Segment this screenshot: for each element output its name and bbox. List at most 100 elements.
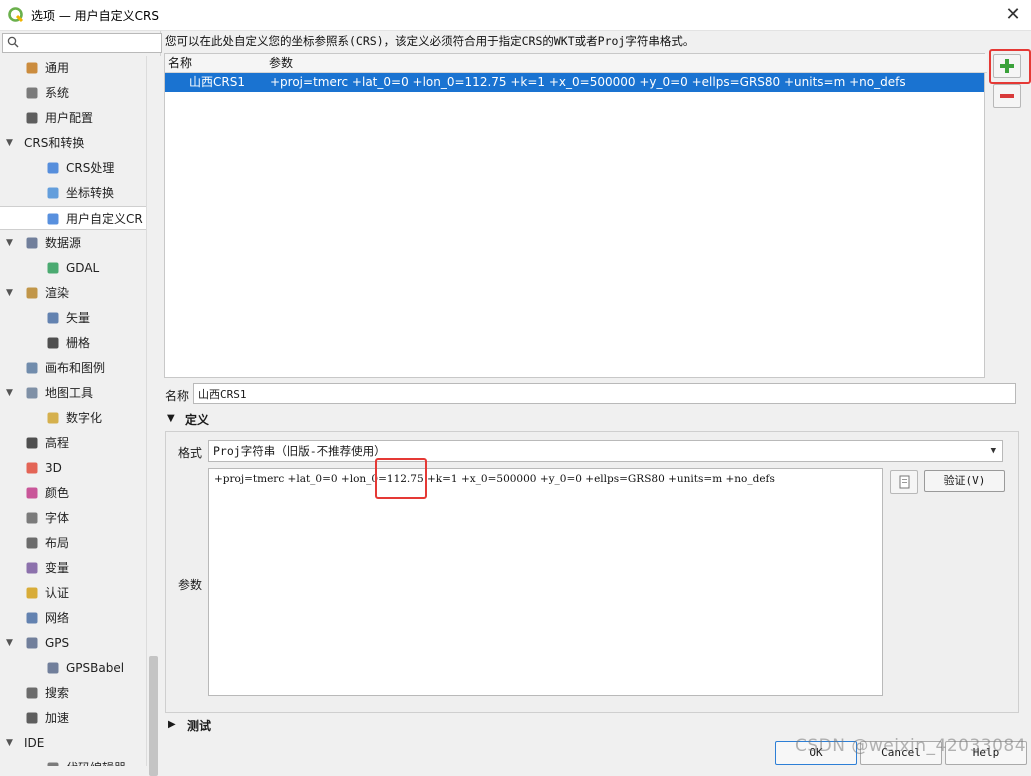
sidebar-item-label: 布局 [45,536,70,550]
canvas-icon [26,362,38,374]
sidebar-item-label: 认证 [45,586,70,600]
sidebar-item[interactable]: 布局 [0,531,146,555]
sidebar-item[interactable]: 用户自定义CR [0,206,146,230]
sidebar-item[interactable]: GDAL [0,256,146,280]
sidebar-item-label: 渲染 [45,286,70,300]
sidebar-item[interactable]: 数字化 [0,406,146,430]
remove-icon [1000,94,1014,98]
table-icon [26,237,38,249]
chevron-down-icon[interactable]: ▼ [6,131,18,155]
sidebar-item-label: 数据源 [45,236,82,250]
sidebar-item[interactable]: ▼ GPS [0,631,146,655]
chip-icon [26,712,38,724]
font-icon [26,512,38,524]
brush-icon [26,287,38,299]
sidebar-item-label: 数字化 [66,411,103,425]
remove-crs-button[interactable] [993,84,1021,108]
row-name: 山西CRS1 [189,75,245,89]
sidebar-item[interactable]: ▼ 数据源 [0,231,146,255]
options-tree: 通用 系统 用户配置 ▼ CRS和转换 CRS处理 坐标转换 用户自定义CR ▼ 数据源 GDAL ▼… [0,56,146,766]
sidebar-item[interactable]: 矢量 [0,306,146,330]
name-field[interactable]: 山西CRS1 [193,383,1016,404]
sidebar-item[interactable]: CRS处理 [0,156,146,180]
chevron-down-icon[interactable]: ▼ [6,381,18,405]
sidebar-item[interactable]: ▼ IDE [0,731,146,755]
sidebar-item-label: 系统 [45,86,70,100]
definition-header[interactable]: 定义 [167,411,209,428]
chevron-down-icon[interactable]: ▼ [6,631,18,655]
sidebar-item[interactable]: ▼ 渲染 [0,281,146,305]
gears-icon [26,87,38,99]
test-header[interactable]: 测试 [187,717,211,734]
params-textarea[interactable]: +proj=tmerc +lat_0=0 +lon_0=112.75 +k=1 … [208,468,883,696]
sidebar-item-label: 网络 [45,611,70,625]
sidebar-item[interactable]: 代码编辑器 [0,756,146,766]
scrollbar-thumb[interactable] [149,656,158,776]
sidebar-item-label: 矢量 [66,311,91,325]
chevron-down-icon[interactable]: ▼ [6,231,18,255]
sidebar-item[interactable]: 3D [0,456,146,480]
sidebar-item-label: 通用 [45,61,70,75]
params-label: 参数 [178,578,203,592]
options-sidebar: 通用 系统 用户配置 ▼ CRS和转换 CRS处理 坐标转换 用户自定义CR ▼ 数据源 GDAL ▼… [0,31,162,776]
col-header-params[interactable]: 参数 [266,54,987,73]
chevron-down-icon[interactable]: ▼ [6,281,18,305]
format-label: 格式 [178,446,203,460]
sidebar-item[interactable]: GPSBabel [0,656,146,680]
sidebar-item-label: IDE [24,736,45,750]
sidebar-item[interactable]: 用户配置 [0,106,146,130]
sidebar-item[interactable]: 颜色 [0,481,146,505]
sidebar-item-label: 3D [45,461,62,475]
sidebar-item[interactable]: 网络 [0,606,146,630]
sidebar-item[interactable]: 画布和图例 [0,356,146,380]
layout-icon [26,537,38,549]
sidebar-item[interactable]: 字体 [0,506,146,530]
row-params: +proj=tmerc +lat_0=0 +lon_0=112.75 +k=1 … [270,75,906,89]
sidebar-item[interactable]: 认证 [0,581,146,605]
table-row[interactable]: 山西CRS1 +proj=tmerc +lat_0=0 +lon_0=112.7… [165,73,984,92]
sidebar-item-label: GDAL [66,261,100,275]
crs-table: 名称 参数 山西CRS1 +proj=tmerc +lat_0=0 +lon_0… [164,53,987,378]
copy-icon [899,475,910,489]
sidebar-item-label: 地图工具 [45,386,94,400]
sidebar-item[interactable]: 加速 [0,706,146,730]
user-icon [26,112,38,124]
title-bar: 选项 — 用户自定义CRS ✕ [0,0,1031,31]
sidebar-item[interactable]: ▼ CRS和转换 [0,131,146,155]
verify-button[interactable]: 验证(V) [924,470,1005,492]
format-value: Proj字符串（旧版-不推荐使用） [213,444,386,458]
search-icon [26,687,38,699]
search-icon [7,36,19,48]
sidebar-item-label: 坐标转换 [66,186,115,200]
name-label: 名称 [165,389,190,403]
sidebar-item-label: 高程 [45,436,70,450]
lock-icon [26,587,38,599]
params-text: +proj=tmerc +lat_0=0 +lon_0=112.75 +k=1 … [214,473,775,485]
sidebar-item[interactable]: 高程 [0,431,146,455]
sidebar-item[interactable]: 通用 [0,56,146,80]
close-icon[interactable]: ✕ [1001,3,1025,27]
search-input[interactable] [2,33,162,53]
chevron-right-icon[interactable]: ▶ [168,719,176,730]
sidebar-item[interactable]: 坐标转换 [0,181,146,205]
definition-header-label: 定义 [185,413,210,427]
sidebar-item[interactable]: 搜索 [0,681,146,705]
copy-button[interactable] [890,470,918,494]
chevron-down-icon: ▼ [990,446,996,456]
sidebar-item-label: CRS处理 [66,161,115,175]
sidebar-item[interactable]: 变量 [0,556,146,580]
gps-icon [26,637,38,649]
sidebar-item[interactable]: 系统 [0,81,146,105]
sidebar-item-label: GPS [45,636,70,650]
col-header-name[interactable]: 名称 [165,54,267,73]
elevation-icon [26,437,38,449]
sidebar-item[interactable]: 栅格 [0,331,146,355]
format-select[interactable]: Proj字符串（旧版-不推荐使用） ▼ [208,440,1003,462]
sidebar-item[interactable]: ▼ 地图工具 [0,381,146,405]
globe-transform-icon [47,187,59,199]
sidebar-item-label: 变量 [45,561,70,575]
chevron-down-icon[interactable]: ▼ [6,731,18,755]
sidebar-scrollbar[interactable] [146,56,161,776]
gdal-globe-icon [47,262,59,274]
color-icon [26,487,38,499]
